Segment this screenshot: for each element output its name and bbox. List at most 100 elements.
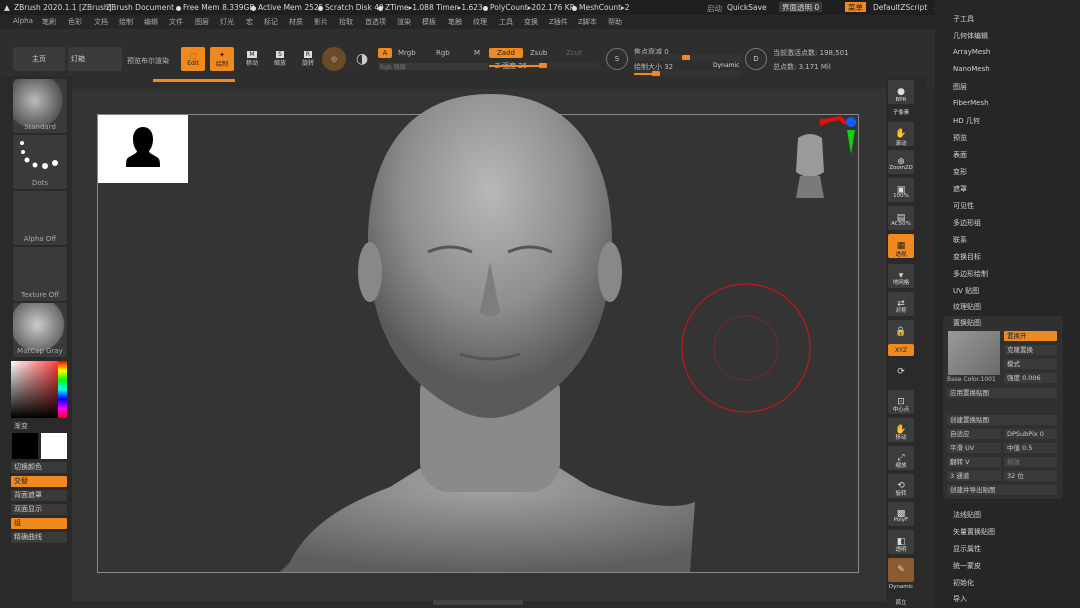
palette-masking[interactable]: 遮罩 [953, 184, 967, 194]
menu-file[interactable]: 文件 [169, 17, 183, 27]
clone-disp-button[interactable]: 克隆置换 [1004, 345, 1057, 355]
menu-layer[interactable]: 图层 [195, 17, 209, 27]
dynamic-button[interactable]: Dynamic [713, 62, 739, 69]
lightbox-button[interactable]: 灯箱 [68, 47, 122, 71]
palette-uv-map[interactable]: UV 贴图 [953, 286, 979, 296]
displacement-thumbnail[interactable] [948, 331, 1000, 375]
palette-arraymesh[interactable]: ArrayMesh [953, 48, 990, 56]
palette-contact[interactable]: 联系 [953, 235, 967, 245]
menu-light[interactable]: 灯光 [220, 17, 234, 27]
palette-texture-map[interactable]: 纹理贴图 [953, 302, 981, 312]
palette-polypaint[interactable]: 多边形绘制 [953, 269, 988, 279]
navigation-cube[interactable] [790, 114, 860, 204]
mrgb-button[interactable]: Mrgb [398, 49, 416, 57]
dynamic-persp-button[interactable]: ✎ [888, 558, 914, 582]
move-button[interactable]: M 移动 [240, 47, 264, 71]
preview-boolean-button[interactable]: 预览布尔渲染 [127, 56, 169, 66]
mid-slider[interactable]: 中值 0.5 [1004, 443, 1057, 453]
palette-deformation[interactable]: 变形 [953, 167, 967, 177]
smooth-uv-button[interactable]: 平滑 UV [947, 443, 1001, 453]
palette-displacement-map[interactable]: 置换贴图 [953, 318, 981, 328]
hue-strip[interactable] [58, 361, 67, 418]
precise-curve-button[interactable]: 精确曲线 [11, 532, 67, 543]
palette-hd-geometry[interactable]: HD 几何 [953, 116, 980, 126]
menu-zplugin[interactable]: Z插件 [549, 17, 568, 27]
edit-button[interactable]: ⬚ Edit [181, 47, 205, 71]
menu-marker[interactable]: 标记 [264, 17, 278, 27]
m-button[interactable]: M [474, 49, 480, 57]
rotate-button[interactable]: R 旋转 [296, 47, 320, 71]
menu-help[interactable]: 帮助 [608, 17, 622, 27]
quicksave-button[interactable]: QuickSave [727, 3, 767, 12]
home-button[interactable]: 主页 [13, 47, 65, 71]
default-zscript[interactable]: DefaultZScript [873, 3, 927, 12]
menu-stroke[interactable]: 笔触 [448, 17, 462, 27]
menu-preferences[interactable]: 首选项 [365, 17, 386, 27]
subpixel-label[interactable]: 子像素 [886, 108, 916, 116]
xyz-button[interactable]: XYZ [888, 344, 914, 356]
rgb-button[interactable]: Rgb [436, 49, 450, 57]
palette-surface[interactable]: 表面 [953, 150, 967, 160]
ao-button[interactable]: 启动 [707, 3, 722, 14]
solo-label[interactable]: 孤立 [886, 598, 916, 606]
draw-button[interactable]: ✦ 绘制 [210, 47, 234, 71]
secondary-color-swatch[interactable] [41, 433, 67, 459]
menu-movie[interactable]: 影片 [314, 17, 328, 27]
palette-import[interactable]: 导入 [953, 594, 967, 604]
a-button[interactable]: A [378, 48, 392, 58]
rgb-intensity-slider[interactable]: Rgb 强度 [378, 63, 488, 71]
palette-subtool[interactable]: 子工具 [953, 14, 974, 24]
menu-color[interactable]: 色彩 [68, 17, 82, 27]
menu-draw[interactable]: 绘制 [119, 17, 133, 27]
palette-fibermesh[interactable]: FiberMesh [953, 99, 989, 107]
apply-disp-button[interactable]: 应用置换贴图 [947, 388, 1057, 398]
menu-render[interactable]: 渲染 [397, 17, 411, 27]
adaptive-button[interactable]: 自适应 [947, 429, 1001, 439]
draw-size-track[interactable] [634, 70, 742, 77]
brush-icon[interactable]: ◎ [322, 47, 346, 71]
zcut-button[interactable]: Zcut [566, 49, 582, 57]
backface-mask-button[interactable]: 背面遮罩 [11, 490, 67, 501]
create-disp-button[interactable]: 创建置换贴图 [947, 415, 1057, 425]
menu-edit[interactable]: 编辑 [144, 17, 158, 27]
dpsubpix-slider[interactable]: DPSubPix 0 [1004, 429, 1057, 439]
sculptris-icon[interactable]: S [606, 48, 628, 70]
gradient-label[interactable]: 渐变 [14, 421, 28, 431]
zsub-button[interactable]: Zsub [530, 49, 547, 57]
menu-texture[interactable]: 纹理 [473, 17, 487, 27]
gizmo-icon[interactable]: ◑ [350, 47, 374, 71]
menu-macro[interactable]: 宏 [246, 17, 253, 27]
interface-transparency-slider[interactable]: 界面透明 0 [779, 2, 823, 12]
silhouette-thumbnail[interactable] [98, 115, 188, 183]
focal-shift-track[interactable] [634, 54, 742, 61]
lock-button[interactable]: 🔒 [888, 320, 914, 344]
menu-zscript[interactable]: Z脚本 [578, 17, 597, 27]
menu-brush[interactable]: 笔刷 [42, 17, 56, 27]
disp-on-button[interactable]: 置换开 [1004, 331, 1057, 341]
group-button[interactable]: 组 [11, 518, 67, 529]
channels-button[interactable]: 3 通道 [947, 471, 1001, 481]
intensity-slider[interactable]: 强度 0.006 [1004, 373, 1057, 383]
bottom-scroll-handle[interactable] [433, 600, 523, 605]
switch-color-button[interactable]: 切换颜色 [11, 462, 67, 473]
palette-display-props[interactable]: 显示属性 [953, 544, 981, 554]
palette-geometry[interactable]: 几何体编辑 [953, 31, 988, 41]
mode-button[interactable]: 模式 [1004, 359, 1057, 369]
scale-button[interactable]: S 缩放 [268, 47, 292, 71]
sculpted-head-model[interactable] [280, 92, 700, 572]
palette-visibility[interactable]: 可见性 [953, 201, 974, 211]
double-display-button[interactable]: 双面显示 [11, 504, 67, 515]
palette-initialize[interactable]: 初始化 [953, 578, 974, 588]
palette-preview[interactable]: 预览 [953, 133, 967, 143]
flip-v-button[interactable]: 翻转 V [947, 457, 1001, 467]
palette-layers[interactable]: 图层 [953, 82, 967, 92]
menu-picker[interactable]: 拾取 [339, 17, 353, 27]
zadd-button[interactable]: Zadd [489, 48, 523, 58]
menu-tool[interactable]: 工具 [499, 17, 513, 27]
toolbar-scroll-indicator[interactable] [153, 79, 235, 82]
palette-nanomesh[interactable]: NanoMesh [953, 65, 990, 73]
menu-transform[interactable]: 变换 [524, 17, 538, 27]
palette-vector-disp[interactable]: 矢量置换贴图 [953, 527, 995, 537]
rotate-axis-icon[interactable]: ⟳ [888, 358, 914, 386]
palette-polygroups[interactable]: 多边形组 [953, 218, 981, 228]
